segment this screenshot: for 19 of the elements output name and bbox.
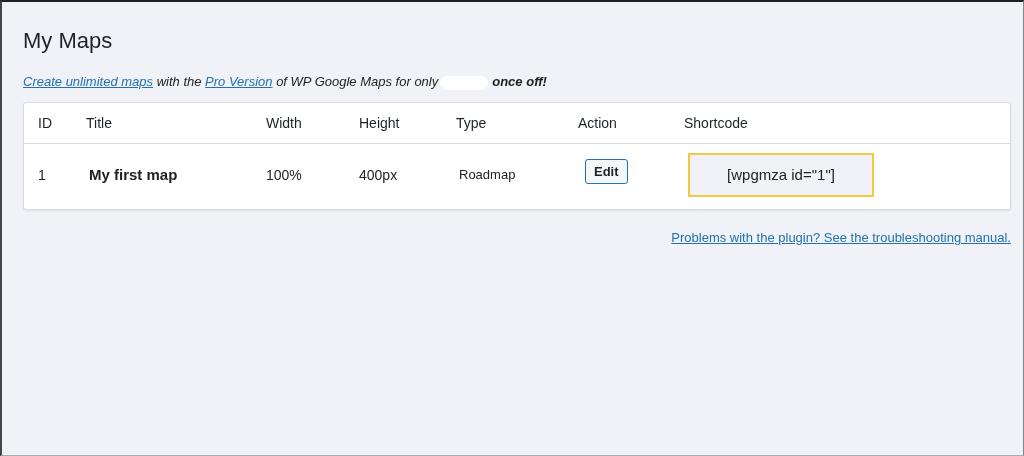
table-cell-text: Roadmap	[458, 167, 517, 182]
troubleshooting-link[interactable]: Problems with the plugin? See the troubleshooting manual.	[671, 230, 1011, 245]
column-header: Width	[266, 115, 303, 131]
column-header: ID	[38, 115, 53, 131]
edit-button[interactable]: Edit	[585, 159, 628, 184]
table-cell-text: My first map	[88, 166, 179, 183]
promo-text: Create unlimited maps with the Pro Version of WP Google Maps for only once off!	[23, 74, 548, 92]
promo-link[interactable]: Pro Version	[205, 74, 273, 89]
table-cell-text: 100%	[266, 166, 303, 183]
column-header: Type	[456, 115, 488, 131]
page-title: My Maps	[23, 28, 114, 54]
column-header: Title	[86, 115, 113, 131]
table-cell-text: 1	[38, 166, 47, 183]
promo-link[interactable]: Create unlimited maps	[23, 74, 154, 89]
column-header: Shortcode	[684, 115, 749, 131]
column-header: Height	[359, 115, 401, 131]
column-header: Action	[578, 115, 618, 131]
shortcode-field[interactable]: [wpgmza id="1"]	[688, 152, 874, 197]
table-cell-text: 400px	[359, 166, 399, 183]
